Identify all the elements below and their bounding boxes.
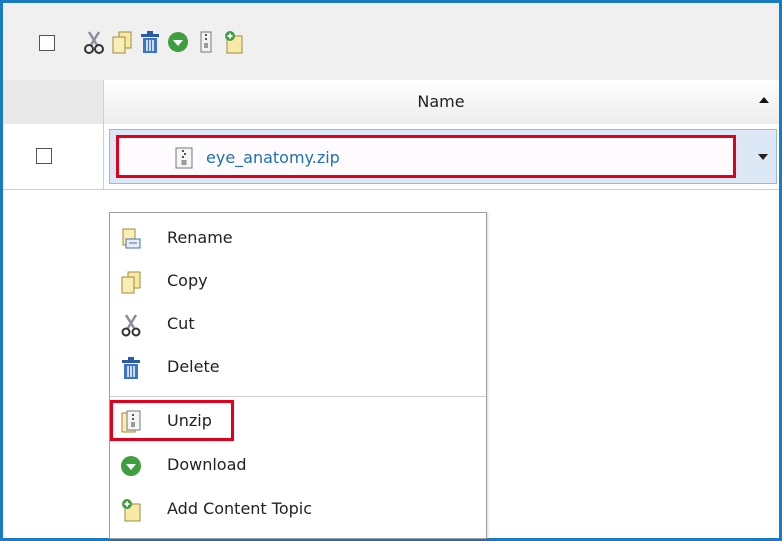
add-content-topic-icon [122,499,141,522]
menu-item-add-content-topic[interactable]: Add Content Topic [110,489,486,529]
menu-item-copy[interactable]: Copy [110,261,486,301]
zip-file-icon [175,147,193,169]
copy-icon[interactable] [109,29,135,55]
menu-label: Download [167,455,247,474]
row-checkbox-cell [3,124,104,189]
cut-icon [121,314,141,337]
file-highlight-box: eye_anatomy.zip [116,135,736,178]
delete-icon[interactable] [137,29,163,55]
copy-icon [121,271,141,294]
table-row: eye_anatomy.zip [3,124,779,190]
toolbar [3,3,779,81]
context-menu: Rename Copy Cut Delete Unzip Download Ad… [109,212,487,539]
menu-label: Delete [167,357,220,376]
sort-ascending-icon[interactable] [759,97,769,103]
rename-icon [122,228,141,249]
menu-item-delete[interactable]: Delete [110,347,486,387]
cut-icon[interactable] [81,29,107,55]
file-name-link[interactable]: eye_anatomy.zip [206,146,340,170]
menu-label: Copy [167,271,208,290]
row-checkbox[interactable] [36,148,52,164]
delete-icon [122,357,140,379]
unzip-highlight-box [110,400,234,441]
download-icon[interactable] [165,29,191,55]
select-all-checkbox[interactable] [39,35,55,51]
header-checkbox-column [3,80,104,124]
zip-icon[interactable] [193,29,219,55]
menu-item-cut[interactable]: Cut [110,304,486,344]
menu-separator [110,396,486,397]
menu-label: Cut [167,314,195,333]
row-dropdown-icon[interactable] [758,154,768,160]
menu-label: Add Content Topic [167,499,313,518]
menu-item-download[interactable]: Download [110,445,486,485]
download-icon [121,456,141,476]
table-header: Name [3,80,779,125]
file-name-cell[interactable]: eye_anatomy.zip [109,129,777,184]
add-content-topic-icon[interactable] [221,29,247,55]
menu-label: Rename [167,228,233,247]
menu-item-rename[interactable]: Rename [110,218,486,258]
name-column-header[interactable]: Name [103,80,779,124]
name-column-label: Name [417,92,465,111]
